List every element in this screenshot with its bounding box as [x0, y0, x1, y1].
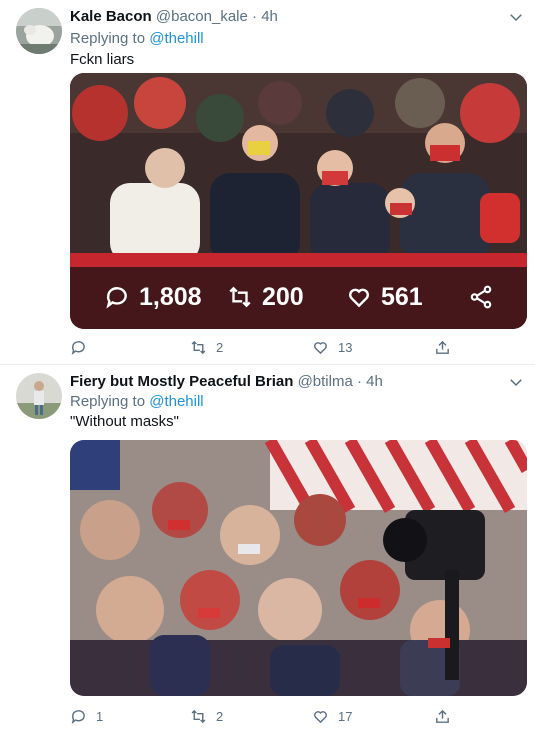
retweet-icon	[191, 340, 206, 355]
separator-dot: ·	[252, 8, 258, 25]
share-icon	[436, 340, 449, 354]
reply-icon	[71, 710, 85, 724]
overlay-replies: 1,808	[104, 283, 202, 312]
retweet-count: 2	[216, 340, 224, 355]
overlay-like-count: 561	[381, 282, 423, 311]
retweet-button[interactable]: 2	[190, 708, 223, 725]
overlay-reply-count: 1,808	[139, 282, 202, 311]
overlay-share	[468, 284, 503, 310]
share-button[interactable]	[434, 339, 460, 356]
mention-link[interactable]: @thehill	[149, 393, 203, 410]
author-handle[interactable]: @btilma	[298, 373, 353, 390]
share-icon	[470, 285, 492, 309]
reply-button[interactable]	[70, 339, 96, 356]
avatar[interactable]	[16, 8, 62, 54]
tweet-text: Fckn liars	[70, 51, 135, 68]
tweet-header: Kale Bacon @bacon_kale · 4h	[70, 8, 525, 28]
author-name[interactable]: Fiery but Mostly Peaceful Brian	[70, 373, 293, 390]
like-count: 13	[338, 340, 353, 355]
like-count: 17	[338, 709, 353, 724]
reply-icon	[106, 287, 127, 309]
crowd-photo	[70, 440, 527, 696]
tweet-image[interactable]: 1,808 200 561	[70, 73, 527, 329]
author-handle[interactable]: @bacon_kale	[156, 8, 248, 25]
chevron-down-icon[interactable]	[507, 8, 525, 26]
tweet[interactable]: Fiery but Mostly Peaceful Brian @btilma …	[0, 365, 535, 734]
timestamp[interactable]: 4h	[261, 8, 278, 25]
like-button[interactable]: 13	[312, 339, 352, 356]
mention-link[interactable]: @thehill	[149, 30, 203, 47]
retweet-button[interactable]: 2	[190, 339, 223, 356]
reply-count: 1	[96, 709, 104, 724]
overlay-retweet-count: 200	[262, 282, 304, 311]
heart-icon	[314, 711, 327, 724]
tweet-actions: 1 2 17	[70, 708, 450, 728]
share-icon	[436, 709, 449, 723]
tweet-text: "Without masks"	[70, 413, 180, 430]
chevron-down-icon[interactable]	[507, 373, 525, 391]
retweet-count: 2	[216, 709, 224, 724]
overlay-likes: 561	[346, 283, 423, 312]
heart-icon	[314, 342, 327, 355]
author-name[interactable]: Kale Bacon	[70, 8, 152, 25]
heart-icon	[349, 288, 369, 308]
retweet-icon	[191, 709, 206, 724]
separator-dot: ·	[356, 373, 362, 390]
replying-prefix: Replying to	[70, 393, 146, 410]
reply-icon	[71, 341, 85, 355]
replying-to: Replying to @thehill	[70, 30, 204, 47]
avatar[interactable]	[16, 373, 62, 419]
like-button[interactable]: 17	[312, 708, 352, 725]
replying-to: Replying to @thehill	[70, 393, 204, 410]
tweet[interactable]: Kale Bacon @bacon_kale · 4h Replying to …	[0, 0, 535, 365]
tweet-actions: 2 13	[70, 339, 450, 359]
retweet-icon	[229, 286, 251, 308]
replying-prefix: Replying to	[70, 30, 146, 47]
media-engagement-overlay: 1,808 200 561	[70, 281, 527, 313]
tweet-header: Fiery but Mostly Peaceful Brian @btilma …	[70, 373, 525, 393]
reply-button[interactable]: 1	[70, 708, 103, 725]
tweet-image[interactable]	[70, 440, 527, 696]
timestamp[interactable]: 4h	[366, 373, 383, 390]
share-button[interactable]	[434, 708, 460, 725]
overlay-retweets: 200	[227, 283, 304, 312]
